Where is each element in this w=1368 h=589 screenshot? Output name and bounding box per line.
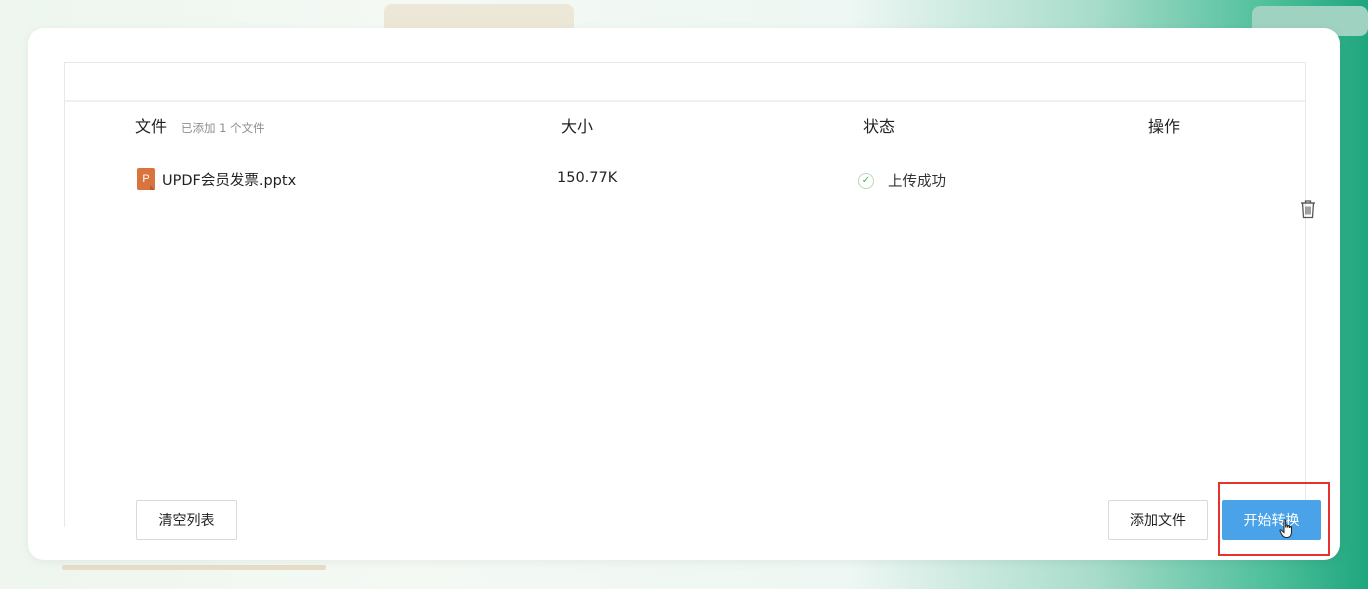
header-file-label: 文件 — [135, 117, 168, 136]
status-text: 上传成功 — [888, 174, 946, 190]
panel-top-bar — [65, 63, 1305, 102]
add-file-button[interactable]: 添加文件 — [1108, 500, 1208, 540]
file-size: 150.77K — [557, 170, 618, 186]
hand-cursor-icon — [1279, 519, 1292, 538]
pptx-file-icon: P — [137, 168, 155, 190]
upload-card: 文件 已添加 1 个文件 大小 状态 操作 P UPDF会员发票.pptx 150… — [28, 28, 1340, 560]
upload-status: ✓ 上传成功 — [858, 170, 946, 191]
table-row: P UPDF会员发票.pptx — [137, 168, 296, 190]
file-list-panel: 文件 已添加 1 个文件 大小 状态 操作 P UPDF会员发票.pptx 150… — [64, 62, 1330, 556]
file-count-text: 已添加 1 个文件 — [181, 121, 265, 135]
check-circle-icon: ✓ — [858, 172, 874, 189]
header-file: 文件 已添加 1 个文件 — [135, 116, 265, 139]
start-convert-button[interactable]: 开始转换 — [1222, 500, 1321, 540]
trash-icon[interactable] — [1299, 199, 1317, 219]
file-name: UPDF会员发票.pptx — [162, 172, 297, 189]
header-size: 大小 — [561, 117, 594, 136]
background-strip — [62, 565, 326, 570]
header-status: 状态 — [863, 117, 896, 136]
header-operation: 操作 — [1148, 117, 1181, 136]
clear-list-button[interactable]: 清空列表 — [136, 500, 237, 540]
